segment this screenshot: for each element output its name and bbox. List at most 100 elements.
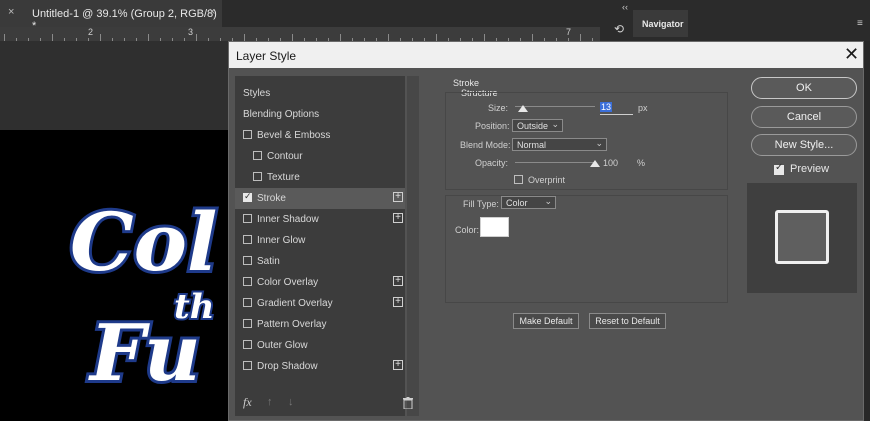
style-item-label: Inner Glow xyxy=(257,235,306,246)
ruler-tick xyxy=(4,34,5,41)
style-item[interactable]: Color Overlay + xyxy=(235,272,405,293)
size-slider-thumb[interactable] xyxy=(518,105,528,112)
size-label: Size: xyxy=(488,103,509,113)
size-input[interactable]: 13 xyxy=(600,101,633,115)
ruler-tick xyxy=(292,34,293,41)
style-item[interactable]: Gradient Overlay + xyxy=(235,293,405,314)
section-title: Stroke xyxy=(453,78,480,88)
style-item-label: Color Overlay xyxy=(257,277,319,288)
style-item[interactable]: Inner Shadow + xyxy=(235,209,405,230)
add-icon[interactable]: + xyxy=(393,192,403,202)
styles-header-label: Styles xyxy=(243,88,271,99)
history-icon[interactable]: ⟲ xyxy=(614,22,624,36)
ruler-tick xyxy=(52,34,53,41)
collapse-icon[interactable]: ‹‹ xyxy=(622,2,628,12)
ok-button[interactable]: OK xyxy=(751,77,857,99)
style-item-checkbox[interactable] xyxy=(243,235,252,244)
style-item-checkbox[interactable] xyxy=(243,319,252,328)
chevron-down-icon: ⌄ xyxy=(595,138,603,148)
style-item-label: Pattern Overlay xyxy=(257,319,327,330)
fill-type-dropdown[interactable]: Color ⌄ xyxy=(501,196,556,209)
blend-mode-dropdown[interactable]: Normal ⌄ xyxy=(512,138,607,151)
fx-icon[interactable]: fx xyxy=(243,395,252,410)
style-item-checkbox[interactable] xyxy=(243,340,252,349)
dialog-titlebar: Layer Style ✕ xyxy=(229,42,863,68)
panel-menu-icon[interactable]: ≡ xyxy=(857,18,863,29)
overprint-checkbox[interactable] xyxy=(514,175,523,184)
style-item-label: Contour xyxy=(267,151,303,162)
new-style-button[interactable]: New Style... xyxy=(751,134,857,156)
styles-list: Styles Blending Options Bevel & Emboss Co… xyxy=(235,76,405,416)
position-label: Position: xyxy=(475,121,510,131)
cancel-button[interactable]: Cancel xyxy=(751,106,857,128)
style-item[interactable]: Bevel & Emboss xyxy=(235,125,405,146)
tab-close-icon[interactable]: × xyxy=(209,6,215,18)
ruler-tick xyxy=(244,34,245,41)
style-item-checkbox[interactable] xyxy=(243,214,252,223)
blending-options-label: Blending Options xyxy=(243,109,320,120)
opacity-value: 100 xyxy=(603,158,619,168)
add-icon[interactable]: + xyxy=(393,360,403,370)
move-down-icon[interactable]: ↓ xyxy=(288,396,294,408)
preview-swatch xyxy=(775,210,829,264)
style-item-checkbox[interactable] xyxy=(243,298,252,307)
style-item-label: Texture xyxy=(267,172,300,183)
add-icon[interactable]: + xyxy=(393,213,403,223)
fill-type-group xyxy=(445,195,728,303)
close-icon[interactable]: ✕ xyxy=(844,44,859,65)
opacity-slider[interactable] xyxy=(515,162,595,163)
add-icon[interactable]: + xyxy=(393,276,403,286)
ruler-tick xyxy=(388,34,389,41)
document-tab[interactable]: × Untitled-1 @ 39.1% (Group 2, RGB/8) * … xyxy=(0,0,222,32)
style-item[interactable]: Satin xyxy=(235,251,405,272)
ruler-tick xyxy=(532,34,533,41)
style-item[interactable]: Outer Glow xyxy=(235,335,405,356)
ruler-tick xyxy=(100,34,101,41)
ruler-tick xyxy=(340,34,341,41)
ruler-tick xyxy=(580,34,581,41)
artwork-text-1: Col xyxy=(70,195,217,289)
stroke-color-swatch[interactable] xyxy=(480,217,509,237)
style-item[interactable]: Inner Glow xyxy=(235,230,405,251)
style-item-label: Inner Shadow xyxy=(257,214,319,225)
tab-close-icon[interactable]: × xyxy=(8,6,14,18)
style-item-checkbox[interactable] xyxy=(243,256,252,265)
trash-icon[interactable] xyxy=(403,397,413,409)
preview-checkbox[interactable] xyxy=(774,162,784,175)
style-item[interactable]: Stroke + xyxy=(235,188,405,209)
style-item-checkbox[interactable] xyxy=(243,130,252,139)
artwork: Col th Fu xyxy=(67,192,220,402)
styles-list-footer: fx ↑ ↓ xyxy=(243,395,413,411)
tab-navigator-label: Navigator xyxy=(642,19,684,29)
style-item[interactable]: Drop Shadow + xyxy=(235,356,405,377)
style-item[interactable]: Texture xyxy=(235,167,405,188)
style-item-label: Bevel & Emboss xyxy=(257,130,331,141)
move-up-icon[interactable]: ↑ xyxy=(267,396,273,408)
dialog-title: Layer Style xyxy=(236,49,297,63)
ruler-number: 3 xyxy=(188,27,194,37)
style-item[interactable]: Pattern Overlay xyxy=(235,314,405,335)
style-item-checkbox[interactable] xyxy=(253,151,262,160)
ruler-number: 7 xyxy=(566,27,572,37)
preview-label: Preview xyxy=(790,163,830,175)
position-dropdown[interactable]: Outside ⌄ xyxy=(512,119,563,132)
style-item-checkbox[interactable] xyxy=(243,361,252,370)
blend-mode-value: Normal xyxy=(517,140,547,150)
style-item-checkbox[interactable] xyxy=(253,172,262,181)
add-icon[interactable]: + xyxy=(393,297,403,307)
fill-type-label: Fill Type: xyxy=(463,199,499,209)
style-item-label: Stroke xyxy=(257,193,286,204)
reset-default-button[interactable]: Reset to Default xyxy=(589,313,666,329)
style-item[interactable]: Contour xyxy=(235,146,405,167)
make-default-button[interactable]: Make Default xyxy=(513,313,579,329)
chevron-down-icon: ⌄ xyxy=(551,119,559,129)
tab-navigator[interactable]: Navigator xyxy=(633,10,688,37)
style-item-checkbox[interactable] xyxy=(243,191,252,202)
styles-header[interactable]: Styles xyxy=(235,83,405,104)
opacity-slider-thumb[interactable] xyxy=(590,160,600,167)
ruler-number: 2 xyxy=(88,27,94,37)
style-item-checkbox[interactable] xyxy=(243,277,252,286)
blending-options-item[interactable]: Blending Options xyxy=(235,104,405,125)
artwork-canvas: Col th Fu xyxy=(0,130,228,421)
styles-scrollbar[interactable] xyxy=(407,76,419,416)
